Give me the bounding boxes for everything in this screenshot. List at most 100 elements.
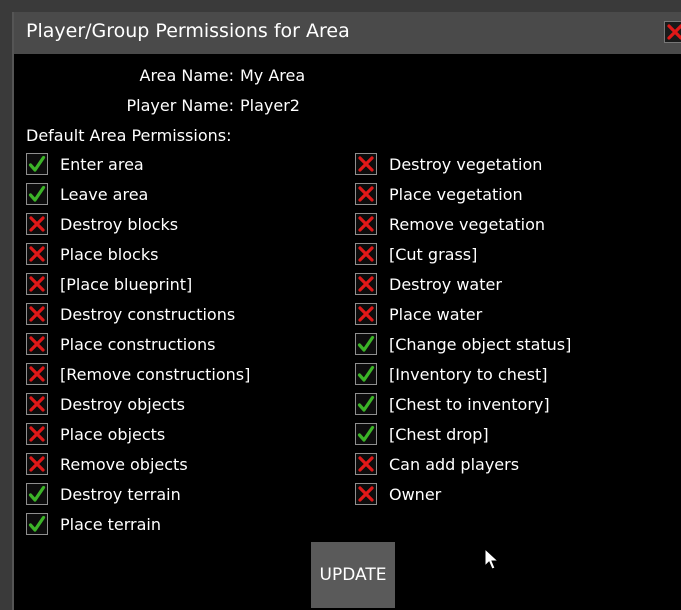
check-icon [28, 185, 46, 202]
permission-row: [Change object status] [355, 332, 571, 356]
permission-label: Place vegetation [389, 184, 523, 204]
checkbox-denied[interactable] [355, 153, 377, 175]
permission-row: [Remove constructions] [26, 362, 250, 386]
cross-icon [358, 306, 374, 322]
permission-row: Enter area [26, 152, 144, 176]
permission-label: [Remove constructions] [60, 364, 251, 384]
permission-row: [Place blueprint] [26, 272, 192, 296]
checkbox-denied[interactable] [355, 303, 377, 325]
checkbox-denied[interactable] [355, 453, 377, 475]
cross-icon [358, 456, 374, 472]
checkbox-denied[interactable] [26, 453, 48, 475]
permission-label: Destroy blocks [60, 214, 179, 234]
area-name-value: My Area [240, 66, 306, 85]
checkbox-denied[interactable] [26, 243, 48, 265]
check-icon [28, 485, 46, 502]
checkbox-denied[interactable] [26, 423, 48, 445]
permission-label: [Place blueprint] [60, 274, 193, 294]
permission-label: Destroy terrain [60, 484, 181, 504]
checkbox-denied[interactable] [355, 243, 377, 265]
check-icon [357, 425, 375, 442]
check-icon [357, 365, 375, 382]
cross-icon [29, 396, 45, 412]
cross-icon [358, 186, 374, 202]
permission-label: Remove vegetation [389, 214, 546, 234]
permission-row: [Chest to inventory] [355, 392, 550, 416]
permission-label: Place terrain [60, 514, 162, 534]
check-icon [357, 335, 375, 352]
permission-label: Destroy vegetation [389, 154, 543, 174]
permission-row: Leave area [26, 182, 148, 206]
checkbox-denied[interactable] [355, 183, 377, 205]
permission-label: [Chest drop] [389, 424, 489, 444]
title-bar: Player/Group Permissions for Area [14, 12, 681, 54]
checkbox-allowed[interactable] [26, 183, 48, 205]
check-icon [357, 395, 375, 412]
checkbox-denied[interactable] [26, 213, 48, 235]
permission-label: Place objects [60, 424, 166, 444]
cross-icon [29, 246, 45, 262]
permission-label: Destroy water [389, 274, 502, 294]
cross-icon [29, 216, 45, 232]
check-icon [28, 515, 46, 532]
checkbox-allowed[interactable] [26, 513, 48, 535]
checkbox-allowed[interactable] [355, 393, 377, 415]
check-icon [28, 155, 46, 172]
mouse-cursor-icon [484, 548, 500, 570]
permission-label: Destroy constructions [60, 304, 236, 324]
checkbox-denied[interactable] [26, 333, 48, 355]
cross-icon [29, 276, 45, 292]
permission-row: [Chest drop] [355, 422, 489, 446]
permission-row: Destroy terrain [26, 482, 181, 506]
permission-row: [Cut grass] [355, 242, 477, 266]
permission-row: Remove objects [26, 452, 188, 476]
cross-icon [29, 456, 45, 472]
permission-row: Destroy water [355, 272, 502, 296]
checkbox-allowed[interactable] [355, 363, 377, 385]
area-name-label: Area Name: [139, 66, 235, 85]
permission-row: [Inventory to chest] [355, 362, 548, 386]
close-x-icon [667, 24, 681, 40]
cross-icon [358, 156, 374, 172]
permission-label: [Change object status] [389, 334, 572, 354]
permission-row: Place objects [26, 422, 165, 446]
permission-row: Can add players [355, 452, 519, 476]
checkbox-allowed[interactable] [355, 333, 377, 355]
permission-row: Destroy constructions [26, 302, 235, 326]
permission-label: Owner [389, 484, 442, 504]
checkbox-denied[interactable] [355, 483, 377, 505]
checkbox-denied[interactable] [355, 213, 377, 235]
permission-row: Owner [355, 482, 441, 506]
section-label-default-permissions: Default Area Permissions: [26, 126, 232, 145]
permission-row: Remove vegetation [355, 212, 545, 236]
cross-icon [358, 276, 374, 292]
checkbox-denied[interactable] [355, 273, 377, 295]
cross-icon [358, 486, 374, 502]
permission-label: Place blocks [60, 244, 159, 264]
permission-label: [Cut grass] [389, 244, 478, 264]
checkbox-denied[interactable] [26, 363, 48, 385]
permission-row: Destroy objects [26, 392, 185, 416]
checkbox-allowed[interactable] [26, 483, 48, 505]
permission-label: [Chest to inventory] [389, 394, 550, 414]
player-name-label: Player Name: [126, 96, 234, 115]
checkbox-denied[interactable] [26, 273, 48, 295]
permissions-dialog: Player/Group Permissions for Area Area N… [12, 12, 681, 610]
checkbox-denied[interactable] [26, 393, 48, 415]
permission-label: Place constructions [60, 334, 216, 354]
permission-row: Place constructions [26, 332, 215, 356]
permission-row: Place terrain [26, 512, 161, 536]
close-button[interactable] [664, 21, 681, 43]
cross-icon [358, 246, 374, 262]
checkbox-allowed[interactable] [355, 423, 377, 445]
player-name-value: Player2 [240, 96, 300, 115]
cross-icon [29, 366, 45, 382]
checkbox-allowed[interactable] [26, 153, 48, 175]
cross-icon [29, 306, 45, 322]
permission-label: Can add players [389, 454, 520, 474]
checkbox-denied[interactable] [26, 303, 48, 325]
permission-row: Place water [355, 302, 482, 326]
permission-label: Enter area [60, 154, 144, 174]
update-button[interactable]: UPDATE [311, 542, 395, 608]
permission-row: Place blocks [26, 242, 158, 266]
